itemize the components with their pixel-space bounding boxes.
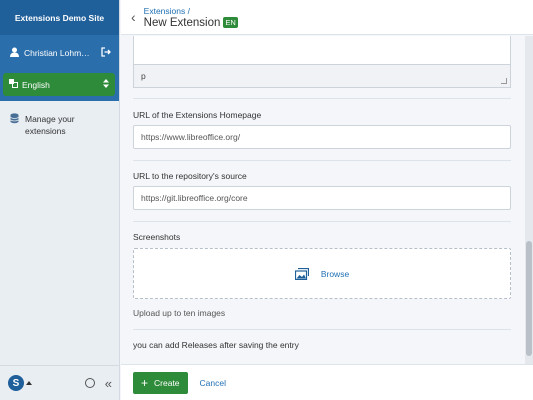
release-note: you can add Releases after saving the en… [133,340,299,350]
create-label: Create [154,377,180,388]
logout-icon[interactable] [101,46,111,59]
homepage-input[interactable]: https://www.libreoffice.org/ [133,125,511,149]
editor-path: p [141,71,146,81]
sidebar-item-label: Manage your extensions [25,114,75,136]
divider [133,160,511,161]
editor-status-bar: p [133,64,511,88]
language-badge: EN [223,17,238,28]
scroll-thumb[interactable] [526,241,532,356]
repository-input[interactable]: https://git.libreoffice.org/core [133,186,511,210]
divider [133,329,511,330]
resize-grip-icon[interactable] [501,78,507,84]
database-icon [10,113,19,127]
back-chevron-icon[interactable]: ‹ [131,9,136,25]
divider [133,221,511,222]
user-name[interactable]: Christian Lohm… [24,48,101,58]
language-select[interactable]: English [3,73,115,96]
app-logo-icon[interactable]: S [8,375,24,391]
collapse-sidebar-icon[interactable]: « [105,376,112,391]
scrollbar[interactable] [525,36,533,364]
translate-icon [9,79,18,90]
repository-label: URL to the repository's source [133,171,247,181]
user-icon [10,47,19,59]
caret-up-icon[interactable] [26,381,32,385]
sidebar-footer: S « [0,365,120,400]
upload-hint: Upload up to ten images [133,308,226,318]
screenshots-label: Screenshots [133,232,181,242]
images-icon [294,267,309,280]
page-title: New Extension [143,16,221,29]
sidebar: Extensions Demo Site Christian Lohm… Eng… [0,0,120,400]
create-button[interactable]: + Create [133,371,188,394]
sidebar-item-manage-extensions[interactable]: Manage your extensions [0,101,119,149]
cancel-button[interactable]: Cancel [200,378,226,388]
site-title[interactable]: Extensions Demo Site [0,0,119,35]
action-bar: + Create Cancel [121,364,533,400]
status-circle-icon[interactable] [84,378,95,388]
language-wrapper: English [0,70,119,101]
homepage-label: URL of the Extensions Homepage [133,110,262,120]
breadcrumb[interactable]: Extensions / [144,6,238,16]
user-row: Christian Lohm… [0,35,119,70]
page-header: ‹ Extensions / New Extension EN [121,0,533,35]
form-area[interactable]: p URL of the Extensions Homepage https:/… [121,36,533,364]
plus-icon: + [141,375,149,390]
screenshots-dropzone[interactable]: Browse [133,248,511,299]
divider [133,98,511,99]
browse-link[interactable]: Browse [321,269,349,279]
select-arrows-icon [103,79,109,90]
language-label: English [22,79,50,90]
